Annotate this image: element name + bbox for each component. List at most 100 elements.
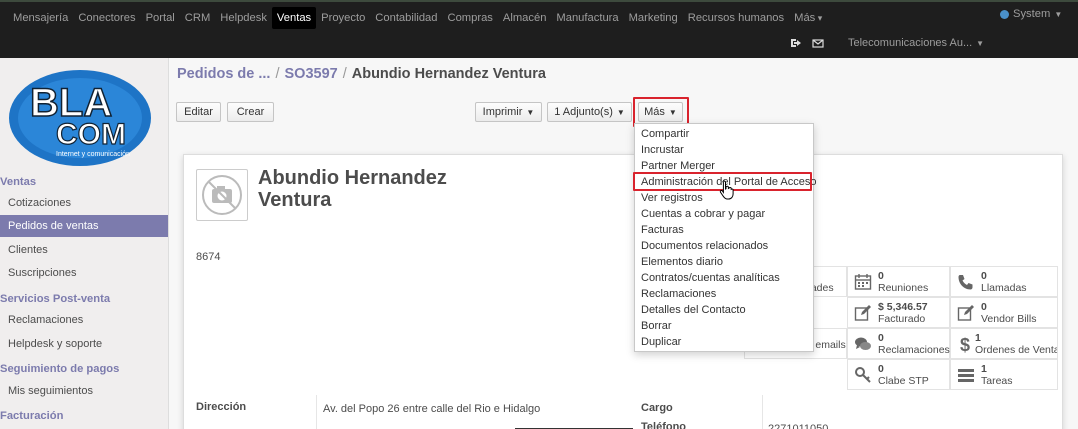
menu-mensajeria[interactable]: Mensajería xyxy=(8,7,73,29)
edit-button[interactable]: Editar xyxy=(176,102,221,122)
calendar-icon xyxy=(854,274,872,290)
menu-item-documentos[interactable]: Documentos relacionados xyxy=(635,238,813,254)
form-sheet: Abundio Hernandez Ventura 8674 dades 0 R… xyxy=(183,154,1063,429)
user-name: System xyxy=(1013,8,1051,20)
navbar-accent xyxy=(0,0,1078,2)
field-divider xyxy=(316,395,317,429)
sidebar-section-facturacion: Facturación xyxy=(0,410,64,422)
tasks-icon xyxy=(958,369,974,382)
sales-orders-count: 1 xyxy=(975,332,981,344)
sidebar-item-clientes[interactable]: Clientes xyxy=(0,239,168,261)
edit-icon xyxy=(957,305,974,321)
exit-icon[interactable] xyxy=(790,34,802,52)
partner-name-line1: Abundio Hernandez xyxy=(258,167,447,189)
sidebar-section-seguimiento-de-pagos: Seguimiento de pagos xyxy=(0,363,120,375)
menu-mas[interactable]: Más xyxy=(789,7,827,29)
edit-icon xyxy=(854,305,871,321)
edit-button-label: Editar xyxy=(184,106,213,118)
hand-cursor-icon xyxy=(719,180,735,200)
attachments-button[interactable]: 1 Adjunto(s) ▼ xyxy=(547,102,632,122)
vendor-bills-smart-button[interactable]: 0 Vendor Bills xyxy=(950,297,1058,328)
breadcrumb-pedidos[interactable]: Pedidos de ... xyxy=(177,66,270,82)
calls-smart-button[interactable]: 0 Llamadas xyxy=(950,266,1058,297)
print-button[interactable]: Imprimir ▼ xyxy=(475,102,542,122)
logo-text-com: COM xyxy=(56,118,126,151)
menu-item-elementos-diario[interactable]: Elementos diario xyxy=(635,254,813,270)
menu-item-facturas[interactable]: Facturas xyxy=(635,222,813,238)
breadcrumb: Pedidos de ... / SO3597/Abundio Hernandez … xyxy=(177,66,546,82)
sidebar-item-helpdesk-y-soporte[interactable]: Helpdesk y soporte xyxy=(0,333,168,355)
partner-ref: 8674 xyxy=(196,251,221,263)
menu-item-cuentas[interactable]: Cuentas a cobrar y pagar xyxy=(635,206,813,222)
breadcrumb-order[interactable]: SO3597 xyxy=(285,66,338,82)
claims-count: 0 xyxy=(878,332,884,344)
chevron-down-icon: ▼ xyxy=(616,107,625,117)
address-value[interactable]: Av. del Popo 26 entre calle del Rio e Hi… xyxy=(323,403,540,415)
menu-portal[interactable]: Portal xyxy=(141,7,180,29)
sidebar: BLA COM Internet y comunicación Ventas C… xyxy=(0,58,168,429)
company-switcher[interactable]: Telecomunicaciones Au... ▼ xyxy=(848,34,984,52)
menu-proyecto[interactable]: Proyecto xyxy=(316,7,370,29)
sidebar-item-mis-seguimientos[interactable]: Mis seguimientos xyxy=(0,380,168,402)
chevron-down-icon: ▼ xyxy=(976,38,985,48)
menu-conectores[interactable]: Conectores xyxy=(73,7,140,29)
company-name: Telecomunicaciones Au... xyxy=(848,37,973,49)
phone-value[interactable]: 2271011050 xyxy=(768,423,828,429)
top-navbar: Mensajería Conectores Portal CRM Helpdes… xyxy=(0,0,1078,58)
stp-smart-button[interactable]: 0 Clabe STP xyxy=(847,359,950,390)
menu-item-duplicar[interactable]: Duplicar xyxy=(635,334,813,350)
svg-text:$: $ xyxy=(960,335,970,353)
sidebar-item-cotizaciones[interactable]: Cotizaciones xyxy=(0,192,168,214)
key-icon xyxy=(855,367,871,383)
partner-image[interactable] xyxy=(196,169,248,221)
menu-item-incrustar[interactable]: Incrustar xyxy=(635,142,813,158)
user-menu[interactable]: System ▼ xyxy=(1000,8,1062,20)
sidebar-item-suscripciones[interactable]: Suscripciones xyxy=(0,262,168,284)
create-button-label: Crear xyxy=(236,106,265,118)
menu-manufactura[interactable]: Manufactura xyxy=(551,7,623,29)
menu-item-compartir[interactable]: Compartir xyxy=(635,126,813,142)
stp-label: Clabe STP xyxy=(878,375,929,387)
comments-icon xyxy=(855,337,871,350)
menu-contabilidad[interactable]: Contabilidad xyxy=(370,7,442,29)
main-menu: Mensajería Conectores Portal CRM Helpdes… xyxy=(8,6,827,30)
calls-label: Llamadas xyxy=(981,282,1027,294)
sidebar-item-pedidos-de-ventas[interactable]: Pedidos de ventas xyxy=(0,215,168,237)
main-content: Pedidos de ... / SO3597/Abundio Hernandez … xyxy=(168,58,1078,429)
mail-icon[interactable] xyxy=(812,34,824,52)
vendor-bills-count: 0 xyxy=(981,301,987,313)
menu-item-reclamaciones[interactable]: Reclamaciones xyxy=(635,286,813,302)
menu-compras[interactable]: Compras xyxy=(443,7,498,29)
invoiced-smart-button[interactable]: $ 5,346.57 Facturado xyxy=(847,297,950,328)
job-label: Cargo xyxy=(641,402,673,414)
menu-ventas[interactable]: Ventas xyxy=(271,7,317,29)
meetings-count: 0 xyxy=(878,270,884,282)
attachments-button-label: 1 Adjunto(s) xyxy=(554,106,613,118)
menu-item-borrar[interactable]: Borrar xyxy=(635,318,813,334)
company-logo: BLA COM Internet y comunicación xyxy=(8,68,153,168)
menu-recursos-humanos[interactable]: Recursos humanos xyxy=(683,7,789,29)
menu-item-contratos[interactable]: Contratos/cuentas analíticas xyxy=(635,270,813,286)
meetings-smart-button[interactable]: 0 Reuniones xyxy=(847,266,950,297)
field-divider xyxy=(762,395,763,429)
tasks-smart-button[interactable]: 1 Tareas xyxy=(950,359,1058,390)
sidebar-item-reclamaciones[interactable]: Reclamaciones xyxy=(0,309,168,331)
menu-almacen[interactable]: Almacén xyxy=(498,7,552,29)
menu-helpdesk[interactable]: Helpdesk xyxy=(215,7,272,29)
vendor-bills-label: Vendor Bills xyxy=(981,313,1037,325)
stp-count: 0 xyxy=(878,363,884,375)
create-button[interactable]: Crear xyxy=(227,102,274,122)
chevron-down-icon: ▼ xyxy=(526,107,535,117)
invoiced-amount: $ 5,346.57 xyxy=(878,301,928,313)
address-label: Dirección xyxy=(196,401,247,413)
claims-label: Reclamaciones xyxy=(878,344,950,356)
logo-tagline: Internet y comunicación xyxy=(56,151,130,158)
menu-crm[interactable]: CRM xyxy=(180,7,215,29)
partner-name: Abundio Hernandez Ventura xyxy=(258,167,478,211)
menu-item-detalles-contacto[interactable]: Detalles del Contacto xyxy=(635,302,813,318)
menu-marketing[interactable]: Marketing xyxy=(624,7,683,29)
breadcrumb-current: Abundio Hernandez Ventura xyxy=(351,66,546,82)
claims-smart-button[interactable]: 0 Reclamaciones xyxy=(847,328,950,359)
sales-orders-smart-button[interactable]: $ 1 Ordenes de Venta xyxy=(950,328,1058,359)
phone-icon xyxy=(958,275,973,290)
